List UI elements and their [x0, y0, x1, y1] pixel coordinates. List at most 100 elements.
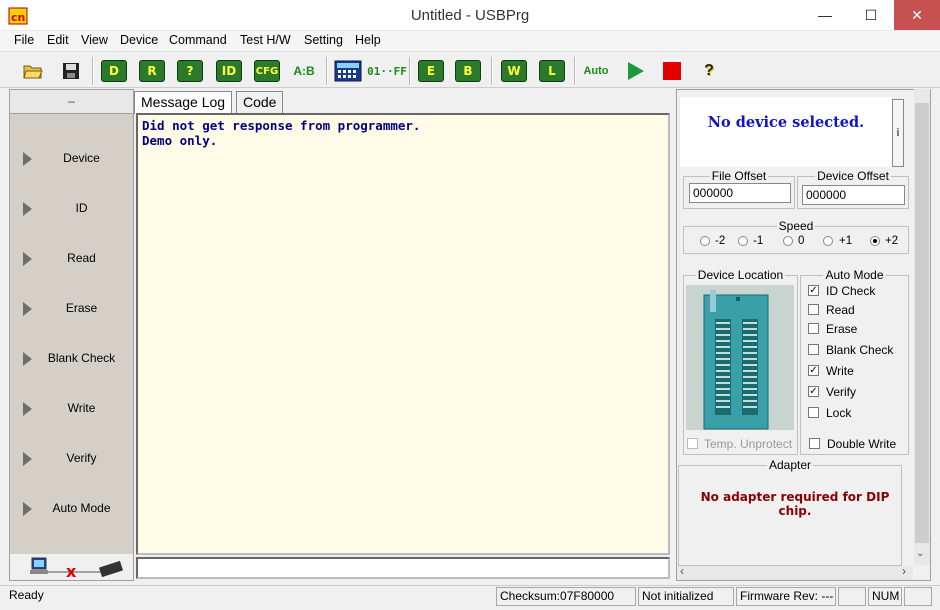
device-info-button[interactable]: i — [892, 99, 904, 167]
toolbar-separator — [92, 57, 94, 85]
lock-button[interactable]: L — [537, 56, 567, 86]
id-button[interactable]: ID — [214, 56, 244, 86]
scroll-left-icon[interactable]: ‹ — [680, 564, 684, 578]
speed-label: Speed — [778, 219, 814, 233]
message-log[interactable]: Did not get response from programmer. De… — [136, 113, 670, 555]
cmd-erase-button[interactable]: Erase — [10, 284, 133, 334]
speed-radio-0[interactable] — [783, 236, 793, 246]
horizontal-scrollbar[interactable] — [677, 566, 913, 580]
erase-button[interactable]: E — [416, 56, 446, 86]
blank-check-button[interactable]: B — [453, 56, 483, 86]
cmd-id-button[interactable]: ID — [10, 184, 133, 234]
chip-id-icon: ID — [216, 60, 242, 82]
device-button[interactable]: D — [99, 56, 129, 86]
toolbar: D R ? ID CFG A:B 01··FF E B W L Auto ? — [0, 51, 940, 88]
run-button[interactable] — [620, 56, 650, 86]
window-title: Untitled - USBPrg — [410, 7, 530, 24]
menu-edit[interactable]: Edit — [47, 33, 69, 47]
floppy-disk-icon — [63, 63, 79, 79]
speed-radio-plus1[interactable] — [823, 236, 833, 246]
auto-write-checkbox[interactable]: ✓ — [808, 365, 819, 376]
panel-collapse-handle[interactable]: – — [10, 90, 133, 114]
status-ready: Ready — [9, 588, 44, 602]
stop-button[interactable] — [657, 56, 687, 86]
open-button[interactable] — [18, 56, 48, 86]
menu-command[interactable]: Command — [169, 33, 227, 47]
menu-bar: File Edit View Device Command Test H/W S… — [0, 31, 940, 51]
status-checksum: Checksum:07F80000 — [496, 587, 636, 606]
file-offset-label: File Offset — [711, 169, 767, 183]
device-location-label: Device Location — [697, 268, 784, 282]
speed-radio-minus2[interactable] — [700, 236, 710, 246]
scrollbar-thumb[interactable] — [915, 103, 929, 543]
auto-verify-checkbox[interactable]: ✓ — [808, 386, 819, 397]
tab-message-log[interactable]: Message Log — [134, 91, 233, 114]
verify-button[interactable]: ? — [175, 56, 205, 86]
chip-blank-icon: B — [455, 60, 481, 82]
file-offset-field[interactable]: 000000 — [689, 183, 791, 203]
connection-status: x — [10, 554, 133, 581]
auto-read-checkbox[interactable] — [808, 304, 819, 315]
cmd-read-button[interactable]: Read — [10, 234, 133, 284]
menu-test-hw[interactable]: Test H/W — [240, 33, 291, 47]
scroll-down-icon[interactable]: ⌄ — [916, 548, 924, 559]
status-init: Not initialized — [638, 587, 734, 606]
auto-blank-check-checkbox[interactable] — [808, 344, 819, 355]
menu-file[interactable]: File — [14, 33, 34, 47]
help-button[interactable]: ? — [694, 56, 724, 86]
tab-code[interactable]: Code — [236, 91, 284, 113]
toolbar-separator — [491, 57, 493, 85]
device-offset-field[interactable]: 000000 — [802, 185, 905, 205]
hex-fill-icon: 01··FF — [367, 64, 407, 78]
menu-device[interactable]: Device — [120, 33, 158, 47]
auto-icon: Auto — [583, 65, 609, 77]
zif-socket-image — [686, 285, 794, 430]
auto-erase-checkbox[interactable] — [808, 323, 819, 334]
auto-button[interactable]: Auto — [580, 56, 612, 86]
config-button[interactable]: CFG — [252, 56, 282, 86]
toolbar-separator — [326, 57, 328, 85]
menu-view[interactable]: View — [81, 33, 108, 47]
adapter-label: Adapter — [768, 458, 812, 472]
calculator-button[interactable] — [333, 56, 363, 86]
chip-d-icon: D — [101, 60, 127, 82]
svg-text:x: x — [66, 562, 77, 580]
device-offset-label: Device Offset — [817, 169, 889, 183]
minimize-button[interactable]: — — [802, 0, 848, 30]
close-button[interactable]: ✕ — [894, 0, 940, 30]
zif-socket-icon — [703, 290, 769, 430]
fill-hex-button[interactable]: 01··FF — [367, 56, 407, 86]
speed-radio-plus2[interactable] — [870, 236, 880, 246]
temp-unprotect-checkbox[interactable] — [687, 438, 698, 449]
speed-radio-minus1[interactable] — [738, 236, 748, 246]
chip-lock-icon: L — [539, 60, 565, 82]
maximize-button[interactable]: ☐ — [848, 0, 894, 30]
help-icon: ? — [704, 62, 714, 79]
scroll-right-icon[interactable]: › — [902, 564, 906, 578]
save-button[interactable] — [56, 56, 86, 86]
auto-lock-checkbox[interactable] — [808, 407, 819, 418]
status-num: NUM — [868, 587, 902, 606]
menu-help[interactable]: Help — [355, 33, 381, 47]
auto-id-check-checkbox[interactable]: ✓ — [808, 285, 819, 296]
log-line: Did not get response from programmer. — [142, 118, 421, 133]
cmd-blank-check-button[interactable]: Blank Check — [10, 334, 133, 384]
command-input[interactable] — [136, 557, 670, 579]
menu-setting[interactable]: Setting — [304, 33, 343, 47]
play-icon — [628, 62, 644, 80]
chip-erase-icon: E — [418, 60, 444, 82]
chip-read-icon: R — [139, 60, 165, 82]
log-line: Demo only. — [142, 133, 218, 148]
cmd-verify-button[interactable]: Verify — [10, 434, 133, 484]
stop-icon — [663, 62, 681, 80]
read-button[interactable]: R — [137, 56, 167, 86]
write-button[interactable]: W — [499, 56, 529, 86]
cmd-auto-mode-button[interactable]: Auto Mode — [10, 484, 133, 534]
cmd-device-button[interactable]: Device — [10, 134, 133, 184]
compare-icon: A:B — [293, 64, 315, 78]
compare-button[interactable]: A:B — [289, 56, 319, 86]
double-write-label: Double Write — [827, 437, 897, 451]
cmd-write-button[interactable]: Write — [10, 384, 133, 434]
device-status-message: No device selected. — [680, 97, 892, 167]
double-write-checkbox[interactable] — [809, 438, 820, 449]
